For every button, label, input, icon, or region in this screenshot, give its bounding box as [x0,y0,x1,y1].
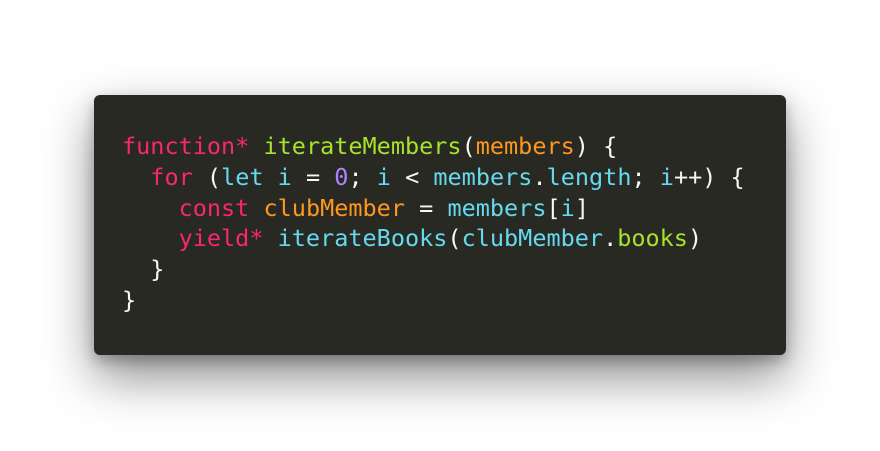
closing-brace: } [150,255,165,284]
page-background: function* iterateMembers(members) { for … [0,0,880,451]
function-name: iterateMembers [263,132,462,160]
length-property: length [546,162,632,191]
code-block: function* iterateMembers(members) { for … [122,131,745,316]
loop-variable: i [659,162,674,191]
code-line-2: for (let i = 0; i < members.length; i++)… [122,162,745,193]
for-keyword: for [150,162,193,191]
assign-operator: = [419,193,434,222]
close-paren-brace: ) { [574,132,618,160]
close-bracket: ] [574,193,589,222]
iterate-books-call: iterateBooks [277,224,448,253]
function-keyword: function* [122,132,250,160]
loop-variable: i [560,193,575,222]
books-property: books [617,224,688,253]
number-literal: 0 [334,162,349,191]
code-line-1: function* iterateMembers(members) { [122,131,745,162]
club-member-identifier: clubMember [461,224,604,253]
members-identifier: members [433,162,533,191]
dot: . [603,224,618,253]
loop-variable: i [277,162,292,191]
members-identifier: members [447,193,547,222]
let-keyword: let [221,162,264,191]
open-paren: ( [461,132,476,160]
closing-brace: } [122,285,137,314]
open-paren: ( [447,224,462,253]
increment-operator: ++ [673,162,703,191]
code-line-6: } [122,285,745,316]
close-paren: ) [687,224,703,253]
code-line-4: yield* iterateBooks(clubMember.books) [122,223,745,254]
open-bracket: [ [546,193,561,222]
function-parameter: members [475,132,575,160]
code-line-5: } [122,254,745,285]
code-snippet-window: function* iterateMembers(members) { for … [94,95,786,355]
club-member-declaration: clubMember [263,193,405,222]
semicolon: ; [631,162,646,191]
const-keyword: const [178,193,250,222]
assign-operator: = [305,162,321,191]
loop-variable: i [376,162,391,191]
semicolon: ; [348,162,363,191]
code-line-3: const clubMember = members[i] [122,193,745,224]
less-than-operator: < [405,162,420,191]
yield-keyword: yield* [178,224,264,253]
for-open-paren: ( [206,162,222,191]
close-paren-brace: ) { [702,162,745,191]
dot: . [532,162,547,191]
